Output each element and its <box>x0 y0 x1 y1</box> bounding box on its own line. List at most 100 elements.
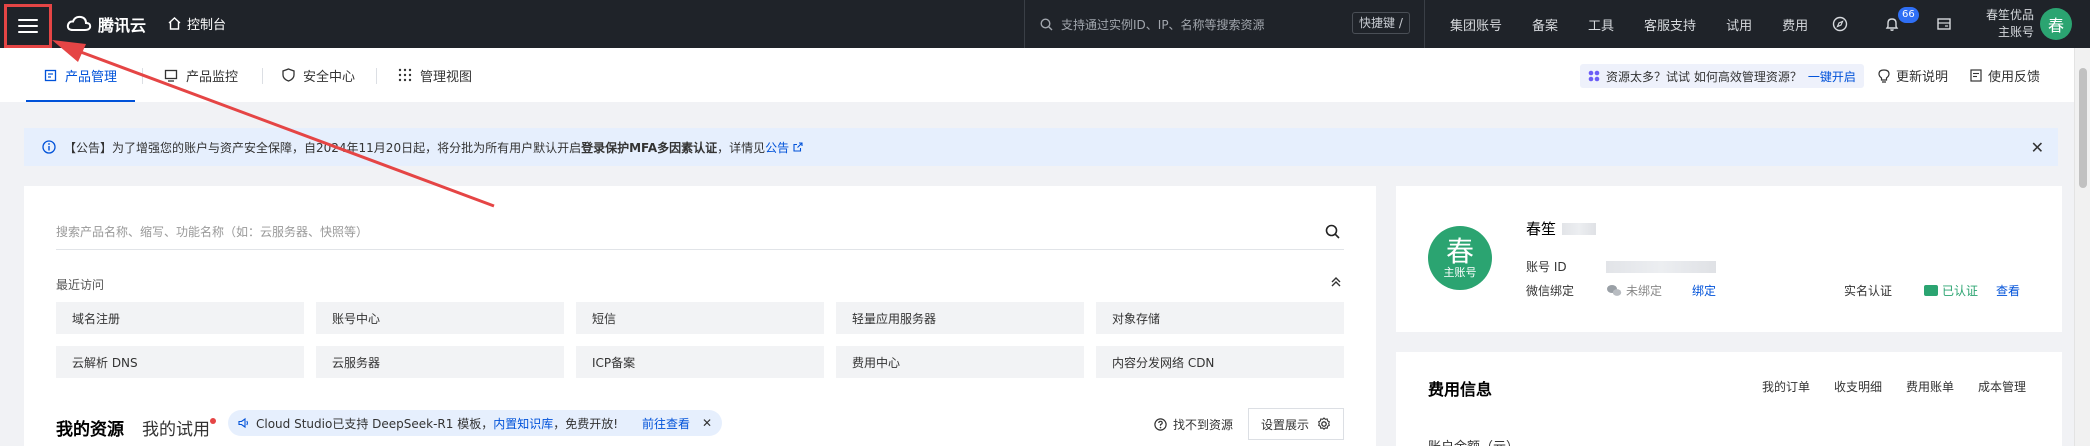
account-name: 春笙 <box>1526 218 1597 239</box>
nav-billing[interactable]: 费用 <box>1782 15 1808 34</box>
divider <box>376 68 377 84</box>
hamburger-menu-button[interactable] <box>4 4 52 48</box>
resource-tip-banner[interactable]: 资源太多？试试 如何高效管理资源？ 一键开启 <box>1580 64 1864 88</box>
home-icon <box>168 17 181 30</box>
inbox-button[interactable] <box>1936 0 1952 48</box>
scrollbar-thumb[interactable] <box>2079 68 2087 188</box>
recent-item[interactable]: 费用中心 <box>836 346 1084 378</box>
recent-item[interactable]: 云解析 DNS <box>56 346 304 378</box>
nav-support[interactable]: 客服支持 <box>1644 15 1696 34</box>
close-icon[interactable]: ✕ <box>2031 138 2044 157</box>
release-notes-link[interactable]: 更新说明 <box>1878 66 1948 85</box>
account-menu[interactable]: 春笙优品 主账号 <box>1972 7 2034 41</box>
balance-label: 账户余额（元） <box>1428 436 1519 446</box>
search-icon <box>1040 17 1053 30</box>
notice-text-suffix: ，详情见 <box>717 140 766 155</box>
avatar: 春 主账号 <box>1428 226 1492 290</box>
tab-product-monitor[interactable]: 产品监控 <box>164 48 238 102</box>
promo-enable-link[interactable]: 一键开启 <box>1808 68 1856 85</box>
avatar-role: 主账号 <box>1443 266 1477 279</box>
brand-name: 腾讯云 <box>98 16 147 35</box>
nav-icp[interactable]: 备案 <box>1532 15 1558 34</box>
tab-product-management[interactable]: 产品管理 <box>25 48 136 102</box>
tab-security-center[interactable]: 安全中心 <box>282 48 355 102</box>
account-id-row: 账号 ID <box>1526 258 1716 275</box>
recent-visits-grid: 域名注册 账号中心 短信 轻量应用服务器 对象存储 云解析 DNS 云服务器 I… <box>56 302 1344 378</box>
close-icon[interactable]: ✕ <box>702 416 712 430</box>
realname-status: 已认证 <box>1942 284 1979 298</box>
tencent-cloud-logo[interactable]: 腾讯云 <box>66 12 146 36</box>
banner-text: Cloud Studio已支持 DeepSeek-R1 模板， <box>256 416 494 431</box>
promo-text: 资源太多？试试 如何高效管理资源？ <box>1606 69 1802 84</box>
redacted-text <box>1562 222 1597 235</box>
speaker-icon <box>238 417 248 429</box>
recent-item[interactable]: 账号中心 <box>316 302 564 334</box>
help-circle-icon <box>1154 418 1167 431</box>
nav-trial[interactable]: 试用 <box>1726 15 1752 34</box>
bell-icon <box>1885 18 1899 31</box>
recent-item[interactable]: 云服务器 <box>316 346 564 378</box>
redacted-account-id <box>1606 260 1716 273</box>
tab-management-view[interactable]: 管理视图 <box>398 48 472 102</box>
display-settings-button[interactable]: 设置展示 <box>1248 408 1344 440</box>
feedback-label: 使用反馈 <box>1988 70 2041 85</box>
divider <box>1024 0 1025 48</box>
recent-item[interactable]: 内容分发网络 CDN <box>1096 346 1344 378</box>
notifications-button[interactable] <box>1884 0 1900 48</box>
nav-group-account[interactable]: 集团账号 <box>1450 15 1502 34</box>
feedback-icon <box>1970 69 1982 82</box>
view-realname-link[interactable]: 查看 <box>1996 282 2020 299</box>
fee-links: 我的订单 收支明细 费用账单 成本管理 <box>1762 378 2026 395</box>
page-scrollbar[interactable] <box>2074 48 2090 446</box>
bind-wechat-link[interactable]: 绑定 <box>1692 282 1844 299</box>
product-search-input[interactable]: 搜索产品名称、缩写、功能名称（如：云服务器、快照等） <box>56 214 1344 250</box>
search-placeholder: 支持通过实例ID、IP、名称等搜索资源 <box>1061 17 1265 32</box>
compass-button[interactable] <box>1832 0 1848 48</box>
not-found-help[interactable]: 找不到资源 <box>1154 416 1233 433</box>
my-orders-link[interactable]: 我的订单 <box>1762 378 1810 395</box>
tab-my-trials[interactable]: 我的试用 <box>142 410 216 446</box>
monitor-icon <box>164 69 178 82</box>
nav-tools[interactable]: 工具 <box>1588 15 1614 34</box>
tab-label: 我的试用 <box>142 420 210 440</box>
view-now-link[interactable]: 前往查看 <box>642 415 690 432</box>
realname-label: 实名认证 <box>1844 284 1893 298</box>
recent-visits-title: 最近访问 <box>56 278 105 292</box>
double-chevron-up-icon[interactable] <box>1330 276 1342 288</box>
notice-text: 【公告】为了增强您的账户与资产安全保障，自2024年11月20日起，将分批为所有… <box>64 140 582 155</box>
top-navbar: 腾讯云 控制台 支持通过实例ID、IP、名称等搜索资源 快捷键 / 集团账号 备… <box>0 0 2090 48</box>
avatar[interactable]: 春 <box>2040 8 2072 40</box>
notice-announcement-link[interactable]: 公告 <box>765 139 789 156</box>
search-icon[interactable] <box>1325 224 1340 239</box>
resource-tabs: 我的资源 我的试用 <box>56 410 228 446</box>
lightbulb-icon <box>1878 68 1890 83</box>
cost-management-link[interactable]: 成本管理 <box>1978 378 2026 395</box>
console-home-link[interactable]: 控制台 <box>168 14 226 33</box>
bills-link[interactable]: 费用账单 <box>1906 378 1954 395</box>
divider <box>1424 0 1425 48</box>
banner-text-2: ，免费开放! <box>553 416 619 431</box>
recent-item[interactable]: 域名注册 <box>56 302 304 334</box>
knowledge-base-link[interactable]: 内置知识库 <box>493 415 553 432</box>
not-found-label: 找不到资源 <box>1173 418 1234 432</box>
compass-icon <box>1832 16 1848 32</box>
settings-label: 设置展示 <box>1260 417 1309 432</box>
cloud-studio-banner: Cloud Studio已支持 DeepSeek-R1 模板， 内置知识库 ，免… <box>228 410 723 436</box>
shortcut-key-hint[interactable]: 快捷键 / <box>1352 12 1410 34</box>
product-icon <box>44 69 57 81</box>
fee-title: 费用信息 <box>1428 380 1493 399</box>
recent-item[interactable]: 对象存储 <box>1096 302 1344 334</box>
recent-item[interactable]: 短信 <box>576 302 824 334</box>
account-name: 春笙优品 <box>1985 8 2034 22</box>
transactions-link[interactable]: 收支明细 <box>1834 378 1882 395</box>
new-dot-badge <box>210 418 216 424</box>
feedback-link[interactable]: 使用反馈 <box>1970 66 2040 85</box>
tab-my-resources[interactable]: 我的资源 <box>56 410 124 446</box>
tab-label: 产品管理 <box>65 69 118 85</box>
account-id-label: 账号 ID <box>1526 260 1567 274</box>
notification-count-badge: 66 <box>1898 7 1919 23</box>
recent-item[interactable]: 轻量应用服务器 <box>836 302 1084 334</box>
account-profile-card: 春 主账号 春笙 账号 ID 微信绑定 未绑定 绑定 实名认证 已认证 查看 <box>1396 186 2062 332</box>
recent-item[interactable]: ICP备案 <box>576 346 824 378</box>
shield-icon <box>282 68 295 82</box>
